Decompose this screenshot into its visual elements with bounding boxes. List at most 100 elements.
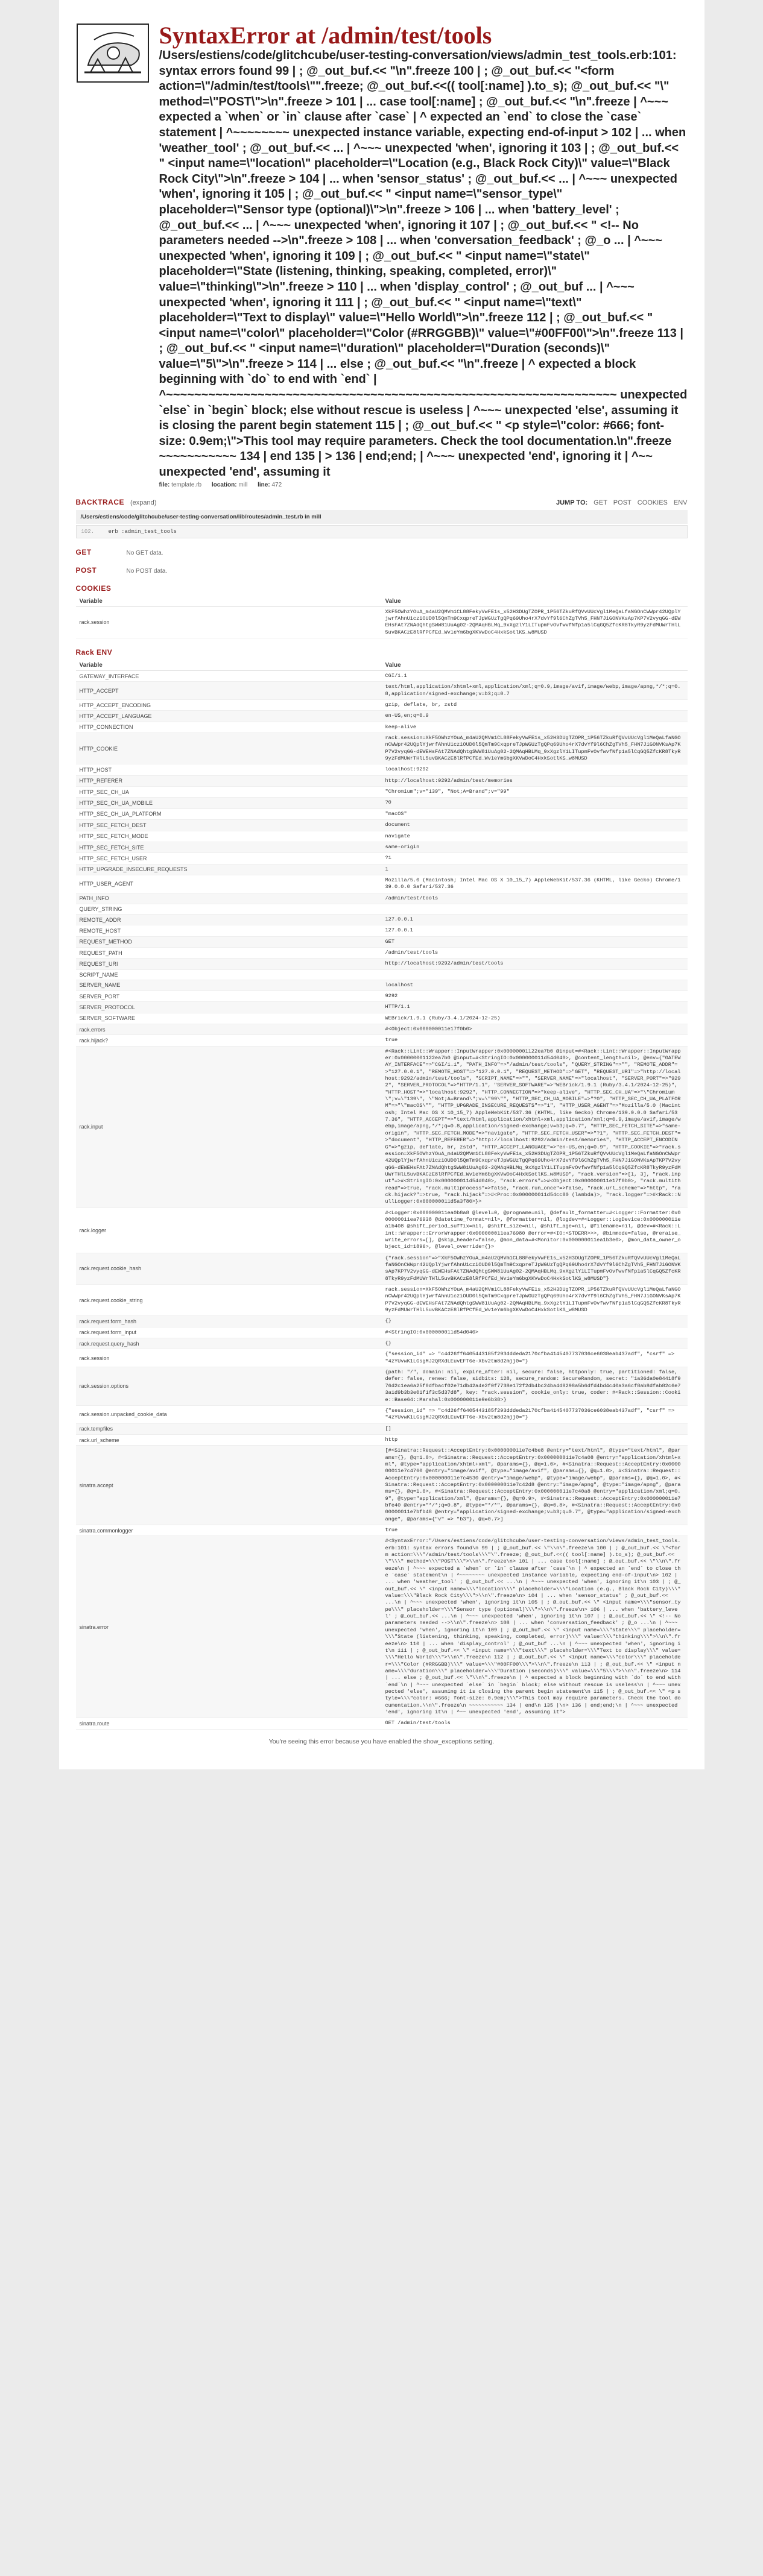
env-variable-value: ?1 [381, 852, 688, 864]
env-variable-name: rack.request.query_hash [75, 1338, 382, 1350]
env-variable-name: REQUEST_URI [75, 958, 382, 970]
env-variable-name: rack.request.form_input [75, 1327, 382, 1339]
env-variable-value: 127.0.0.1 [381, 925, 688, 937]
env-variable-name: sinatra.commonlogger [75, 1525, 382, 1537]
env-variable-value: ?0 [381, 797, 688, 809]
env-row: SERVER_NAME localhost [75, 980, 688, 991]
cookies-col-value: Value [381, 596, 688, 607]
env-variable-value: rack.session=XkF5OWhzYOuA_m4aU2QMVm1CL88… [381, 732, 688, 765]
env-row: HTTP_REFERER http://localhost:9292/admin/… [75, 775, 688, 787]
env-row: SERVER_PROTOCOL HTTP/1.1 [75, 1001, 688, 1013]
env-variable-value: GET /admin/test/tools [381, 1718, 688, 1730]
env-variable-name: rack.hijack? [75, 1034, 382, 1047]
env-variable-value: #<Rack::Lint::Wrapper::InputWrapper:0x00… [381, 1046, 688, 1208]
env-table: Variable Value GATEWAY_INTERFACE CGI/1.1 H… [75, 660, 688, 1730]
env-variable-value: 9292 [381, 990, 688, 1003]
env-row: HTTP_HOST localhost:9292 [75, 764, 688, 776]
env-row: HTTP_ACCEPT_LANGUAGE en-US,en;q=0.9 [75, 710, 688, 722]
cookie-variable-name: rack.session [75, 606, 382, 639]
env-variable-value: en-US,en;q=0.9 [381, 710, 688, 722]
env-variable-value: GET [381, 936, 688, 948]
code-line-number: 102. [81, 528, 95, 535]
cookie-variable-value: XkF5OWhzYOuA_m4aU2QMVm1CL88FekyVwFE1s_x5… [381, 606, 688, 639]
env-variable-name: HTTP_COOKIE [75, 732, 382, 765]
env-row: rack.session.unpacked_cookie_data {"sessi… [75, 1405, 688, 1424]
error-message: /Users/estiens/code/glitchcube/user-test… [159, 49, 691, 479]
meta-file-key: file: [159, 481, 170, 488]
env-variable-value: #<StringIO:0x000000011d54d040> [381, 1327, 688, 1339]
env-variable-name: rack.input [75, 1046, 382, 1208]
jump-link-cookies[interactable]: COOKIES [638, 499, 668, 506]
env-variable-name: sinatra.error [75, 1535, 382, 1719]
cookies-table: Variable Value rack.session XkF5OWhzYOuA_… [75, 596, 688, 639]
env-row: rack.request.cookie_string rack.session=X… [75, 1284, 688, 1317]
env-row: GATEWAY_INTERFACE CGI/1.1 [75, 670, 688, 682]
env-row: sinatra.accept [#<Sinatra::Request::Accep… [75, 1445, 688, 1525]
env-variable-name: rack.request.cookie_hash [75, 1253, 382, 1285]
env-variable-value: http [381, 1434, 688, 1446]
meta-location-key: location: [211, 481, 237, 488]
env-variable-name: SERVER_SOFTWARE [75, 1013, 382, 1025]
cookie-row: rack.session XkF5OWhzYOuA_m4aU2QMVm1CL88F… [75, 606, 688, 639]
env-col-value: Value [381, 660, 688, 671]
env-row: rack.request.form_hash{} [75, 1315, 688, 1327]
env-variable-name: rack.session.unpacked_cookie_data [75, 1405, 382, 1424]
env-variable-value: localhost [381, 980, 688, 991]
env-row: rack.errors #<Object:0x000000011e17f0b0> [75, 1024, 688, 1036]
code-line: erb :admin_test_tools [108, 528, 177, 535]
env-row: HTTP_SEC_FETCH_MODE navigate [75, 831, 688, 842]
env-row: HTTP_ACCEPT_ENCODING gzip, deflate, br, z… [75, 699, 688, 711]
env-variable-name: rack.request.form_hash [75, 1315, 382, 1327]
env-variable-value: 127.0.0.1 [381, 914, 688, 926]
env-variable-name: HTTP_SEC_FETCH_DEST [75, 819, 382, 831]
env-variable-name: REQUEST_PATH [75, 947, 382, 959]
env-row: REQUEST_PATH/admin/test/tools [75, 947, 688, 959]
env-row: REMOTE_HOST 127.0.0.1 [75, 925, 688, 937]
backtrace-file[interactable]: /Users/estiens/code/glitchcube/user-test… [75, 509, 688, 524]
env-variable-name: rack.errors [75, 1024, 382, 1036]
env-variable-name: PATH_INFO [75, 893, 382, 904]
env-variable-value: text/html,application/xhtml+xml,applicat… [381, 681, 688, 701]
env-variable-value: "macOS" [381, 808, 688, 820]
env-variable-name: REQUEST_METHOD [75, 936, 382, 948]
env-variable-value: {"rack.session"=>"XkF5OWhzYOuA_m4aU2QMVm… [381, 1253, 688, 1285]
expand-link[interactable]: (expand) [130, 499, 156, 506]
cookies-section: COOKIES Variable Value rack.session XkF5O… [75, 584, 688, 639]
jump-link-post[interactable]: POST [613, 499, 632, 506]
cookies-title: COOKIES [75, 584, 112, 593]
env-row: rack.session.options {path: "/", domain: … [75, 1367, 688, 1406]
env-variable-name: REMOTE_ADDR [75, 914, 382, 926]
error-meta: file: template.rb location: mill line: 4… [159, 482, 688, 488]
env-row: sinatra.route GET /admin/test/tools [75, 1718, 688, 1730]
jump-link-env[interactable]: ENV [674, 499, 688, 506]
env-variable-name: HTTP_SEC_CH_UA [75, 786, 382, 798]
env-row: rack.hijack? true [75, 1034, 688, 1047]
env-row: SERVER_SOFTWARE WEBrick/1.9.1 (Ruby/3.4.1… [75, 1013, 688, 1025]
env-row: HTTP_CONNECTION keep-alive [75, 722, 688, 734]
env-row: rack.logger #<Logger:0x000000011ea0b8a8 @… [75, 1208, 688, 1253]
env-variable-name: GATEWAY_INTERFACE [75, 670, 382, 682]
env-row: REMOTE_ADDR 127.0.0.1 [75, 914, 688, 926]
env-variable-value: {} [381, 1315, 688, 1327]
meta-file-value: template.rb [171, 481, 202, 488]
sinatra-logo-icon [76, 24, 149, 83]
jump-link-get[interactable]: GET [594, 499, 607, 506]
env-col-variable: Variable [75, 660, 382, 671]
post-section: POST No POST data. [76, 566, 688, 575]
env-variable-value [381, 904, 688, 915]
error-title: SyntaxError at /admin/test/tools [159, 22, 492, 49]
env-variable-value: http://localhost:9292/admin/test/memorie… [381, 775, 688, 787]
env-variable-name: sinatra.accept [75, 1445, 382, 1525]
jump-to-nav: JUMP TO: GET POST COOKIES ENV [556, 499, 688, 506]
env-variable-value: {"session_id" => "c4d26ff6405443185f293d… [381, 1349, 688, 1368]
env-variable-name: HTTP_USER_AGENT [75, 875, 382, 893]
env-row: HTTP_SEC_CH_UA_PLATFORM "macOS" [75, 808, 688, 820]
env-variable-value: #<SyntaxError:"/Users/estiens/code/glitc… [381, 1535, 688, 1719]
env-row: rack.input #<Rack::Lint::Wrapper::InputWr… [75, 1046, 688, 1208]
env-row: rack.request.form_input #<StringIO:0x0000… [75, 1327, 688, 1339]
env-variable-name: rack.tempfiles [75, 1423, 382, 1435]
env-variable-value: "Chromium";v="139", "Not;A=Brand";v="99" [381, 786, 688, 798]
post-no-data: No POST data. [126, 567, 168, 575]
env-row: HTTP_SEC_FETCH_USER ?1 [75, 852, 688, 864]
env-row: SERVER_PORT 9292 [75, 990, 688, 1003]
